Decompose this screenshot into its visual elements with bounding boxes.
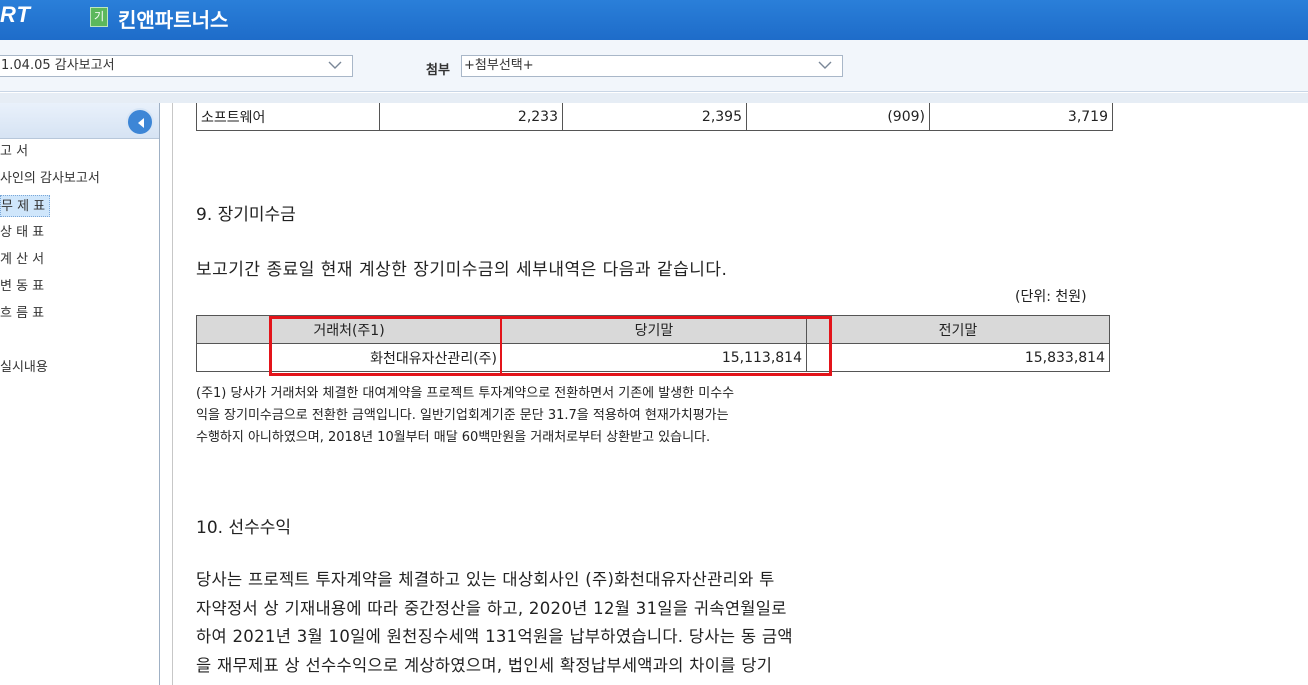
- sidebar-item-financial-statements[interactable]: 무 제 표: [0, 195, 50, 217]
- chevron-down-icon: [818, 61, 832, 69]
- section-10-title: 10. 선수수익: [196, 518, 291, 538]
- sidebar-item-balance-sheet[interactable]: 상 태 표: [0, 222, 44, 244]
- app-header: RT 기 킨앤파트너스: [0, 0, 1308, 40]
- chevron-left-icon: [138, 118, 144, 128]
- sidebar-item-equity-changes[interactable]: 변 동 표: [0, 276, 44, 298]
- table-cell: (909): [746, 103, 930, 131]
- paragraph-line: 하여 2021년 3월 10일에 원천징수세액 131억원을 납부하였습니다. …: [196, 627, 793, 646]
- company-badge: 기: [90, 7, 108, 27]
- table-cell: 2,395: [562, 103, 747, 131]
- paragraph-line: 자약정서 상 기재내용에 따라 중간정산을 하고, 2020년 12월 31일을…: [196, 598, 787, 618]
- section-10-body: 당사는 프로젝트 투자계약을 체결하고 있는 대상회사인 (주)화천대유자산관리…: [196, 566, 896, 680]
- report-select-value: 1.04.05 감사보고서: [1, 58, 115, 73]
- unit-label: (단위: 천원): [1015, 289, 1087, 305]
- sidebar: 고 서 사인의 감사보고서 무 제 표 상 태 표 계 산 서 변 동 표 흐 …: [0, 103, 160, 685]
- app-logo: RT: [0, 2, 31, 27]
- sidebar-item-report[interactable]: 고 서: [0, 141, 28, 163]
- footnote-line: 익을 장기미수금으로 전환한 금액입니다. 일반기업회계기준 문단 31.7을 …: [196, 408, 729, 423]
- highlight-divider: [500, 316, 502, 376]
- footnote-line: (주1) 당사가 거래처와 체결한 대여계약을 프로젝트 투자계약으로 전환하면…: [196, 386, 735, 401]
- sidebar-item-income-statement[interactable]: 계 산 서: [0, 249, 44, 271]
- company-name: 킨앤파트너스: [118, 8, 229, 32]
- table-cell: 소프트웨어: [196, 103, 380, 131]
- footnote: (주1) 당사가 거래처와 체결한 대여계약을 프로젝트 투자계약으로 전환하면…: [196, 383, 886, 449]
- sidebar-item-cash-flow[interactable]: 흐 름 표: [0, 303, 44, 325]
- report-select[interactable]: 1.04.05 감사보고서: [0, 55, 353, 77]
- chevron-down-icon: [328, 61, 342, 69]
- sidebar-header: [0, 103, 159, 139]
- sidebar-item-auditor-report[interactable]: 사인의 감사보고서: [0, 168, 100, 190]
- attach-select-value: +첨부선택+: [464, 58, 534, 73]
- footnote-line: 수행하지 아니하였으며, 2018년 10월부터 매달 60백만원을 거래처로부…: [196, 430, 711, 445]
- highlight-box: [269, 316, 832, 376]
- sidebar-item-audit-details[interactable]: 실시내용: [0, 357, 48, 379]
- column-header: 전기말: [806, 315, 1110, 344]
- paragraph-line: 당사는 프로젝트 투자계약을 체결하고 있는 대상회사인 (주)화천대유자산관리…: [196, 570, 775, 589]
- table-row: 소프트웨어 2,233 2,395 (909) 3,719: [196, 103, 1113, 131]
- table-cell: 3,719: [929, 103, 1113, 131]
- paragraph-line: 을 재무제표 상 선수수익으로 계상하였으며, 법인세 확정납부세액과의 차이를…: [196, 655, 773, 675]
- document-content: 소프트웨어 2,233 2,395 (909) 3,719 9. 장기미수금 보…: [172, 103, 1308, 685]
- section-9-title: 9. 장기미수금: [196, 205, 296, 225]
- table-cell: 2,233: [379, 103, 563, 131]
- collapse-sidebar-button[interactable]: [126, 108, 154, 136]
- attach-label: 첨부: [426, 63, 450, 78]
- attach-select[interactable]: +첨부선택+: [461, 55, 843, 77]
- table-cell: 15,833,814: [806, 343, 1110, 372]
- divider-strip: [0, 93, 1308, 103]
- intangible-table: 소프트웨어 2,233 2,395 (909) 3,719: [196, 103, 1113, 131]
- section-9-intro: 보고기간 종료일 현재 계상한 장기미수금의 세부내역은 다음과 같습니다.: [196, 260, 728, 280]
